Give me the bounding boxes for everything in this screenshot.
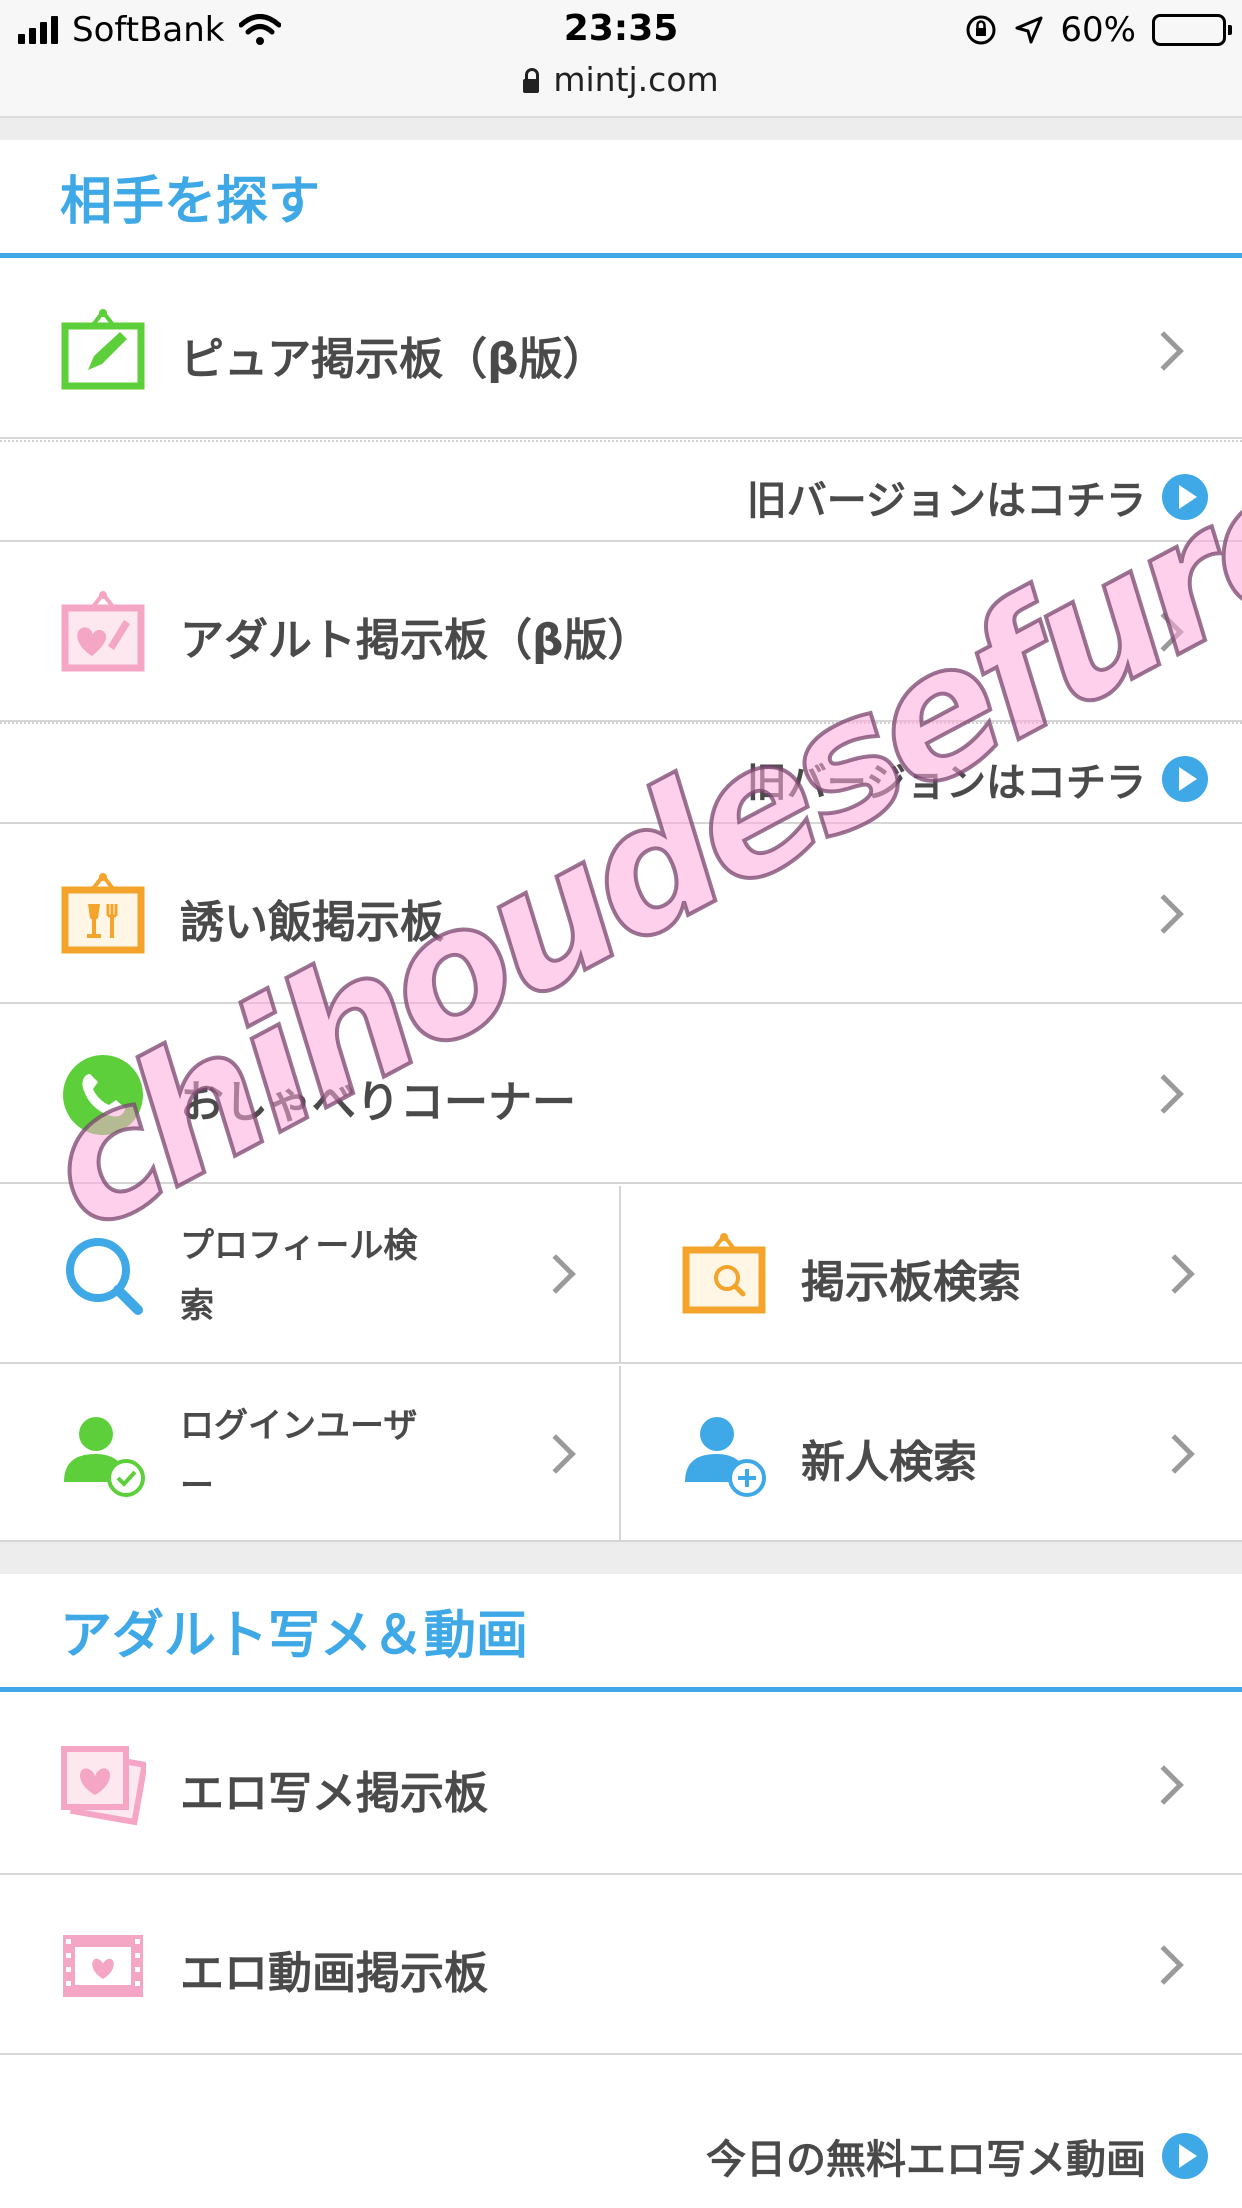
old-version-link[interactable]: 旧バージョンはコチラ xyxy=(747,750,1208,808)
blue-user-plus-icon xyxy=(681,1412,767,1498)
newcomer-search-label: 新人検索 xyxy=(801,1437,977,1488)
free-photo-video-link[interactable]: 今日の無料エロ写メ動画 xyxy=(706,2127,1208,2185)
newcomer-search-cell[interactable]: 新人検索 xyxy=(621,1366,1242,1542)
pink-board-heart-icon xyxy=(60,590,146,676)
login-users-label: ログインユーザー xyxy=(180,1406,418,1506)
orange-board-dining-icon xyxy=(60,872,146,958)
pink-film-heart-icon xyxy=(60,1923,146,2009)
pure-board-row[interactable]: ピュア掲示板（β版） xyxy=(0,263,1242,439)
section-title: アダルト写メ＆動画 xyxy=(0,1574,1242,1692)
board-search-label: 掲示板検索 xyxy=(801,1257,1021,1308)
photo-board-label: エロ写メ掲示板 xyxy=(180,1768,488,1819)
location-icon xyxy=(1015,16,1043,44)
green-phone-icon xyxy=(60,1052,146,1138)
free-photo-video-row: 今日の無料エロ写メ動画 xyxy=(0,2057,1242,2208)
old-version-link[interactable]: 旧バージョンはコチラ xyxy=(747,468,1208,526)
chevron-right-icon xyxy=(1144,894,1184,934)
pink-photo-heart-icon xyxy=(60,1743,146,1829)
chevron-right-icon xyxy=(1155,1254,1195,1294)
blue-search-icon xyxy=(60,1232,146,1318)
address-bar[interactable]: mintj.com xyxy=(0,60,1242,99)
profile-search-cell[interactable]: プロフィール検索 xyxy=(0,1186,621,1364)
login-users-cell[interactable]: ログインユーザー xyxy=(0,1366,621,1542)
orientation-lock-icon xyxy=(966,15,996,45)
video-board-label: エロ動画掲示板 xyxy=(180,1948,488,1999)
old-version-label: 旧バージョンはコチラ xyxy=(746,478,1146,524)
pure-board-label: ピュア掲示板（β版） xyxy=(180,334,607,385)
photo-board-row[interactable]: エロ写メ掲示板 xyxy=(0,1697,1242,1875)
chat-corner-row[interactable]: おしゃべりコーナー xyxy=(0,1006,1242,1184)
dining-board-row[interactable]: 誘い飯掲示板 xyxy=(0,826,1242,1004)
adult-board-label: アダルト掲示板（β版） xyxy=(180,615,652,666)
lock-icon xyxy=(523,68,540,93)
chevron-right-icon xyxy=(1144,1765,1184,1805)
chevron-right-icon xyxy=(1144,1945,1184,1985)
play-circle-icon xyxy=(1162,2133,1208,2179)
battery-percent: 60% xyxy=(1060,10,1136,50)
status-bar: SoftBank 23:35 mintj.com 60% xyxy=(0,0,1242,118)
dining-board-label: 誘い飯掲示板 xyxy=(180,897,444,948)
section-title: 相手を探す xyxy=(0,140,1242,258)
board-search-cell[interactable]: 掲示板検索 xyxy=(621,1186,1242,1364)
green-user-check-icon xyxy=(60,1412,146,1498)
chevron-right-icon xyxy=(1144,331,1184,371)
green-board-pencil-icon xyxy=(60,308,146,394)
chat-corner-label: おしゃべりコーナー xyxy=(180,1077,576,1128)
free-photo-video-label: 今日の無料エロ写メ動画 xyxy=(706,2137,1146,2183)
chevron-right-icon xyxy=(1155,1434,1195,1474)
chevron-right-icon xyxy=(1144,1074,1184,1114)
play-circle-icon xyxy=(1162,474,1208,520)
battery-icon xyxy=(1152,14,1232,46)
adult-board-old-version-row: 旧バージョンはコチラ xyxy=(0,722,1242,824)
chevron-right-icon xyxy=(536,1434,576,1474)
old-version-label: 旧バージョンはコチラ xyxy=(746,760,1146,806)
chevron-right-icon xyxy=(536,1254,576,1294)
orange-board-search-icon xyxy=(681,1232,767,1318)
adult-board-row[interactable]: アダルト掲示板（β版） xyxy=(0,544,1242,722)
profile-search-label: プロフィール検索 xyxy=(180,1226,418,1326)
chevron-right-icon xyxy=(1144,612,1184,652)
url-text: mintj.com xyxy=(553,60,719,99)
status-right: 60% xyxy=(964,10,1232,50)
play-circle-icon xyxy=(1162,756,1208,802)
pure-board-old-version-row: 旧バージョンはコチラ xyxy=(0,440,1242,542)
video-board-row[interactable]: エロ動画掲示板 xyxy=(0,1877,1242,2055)
